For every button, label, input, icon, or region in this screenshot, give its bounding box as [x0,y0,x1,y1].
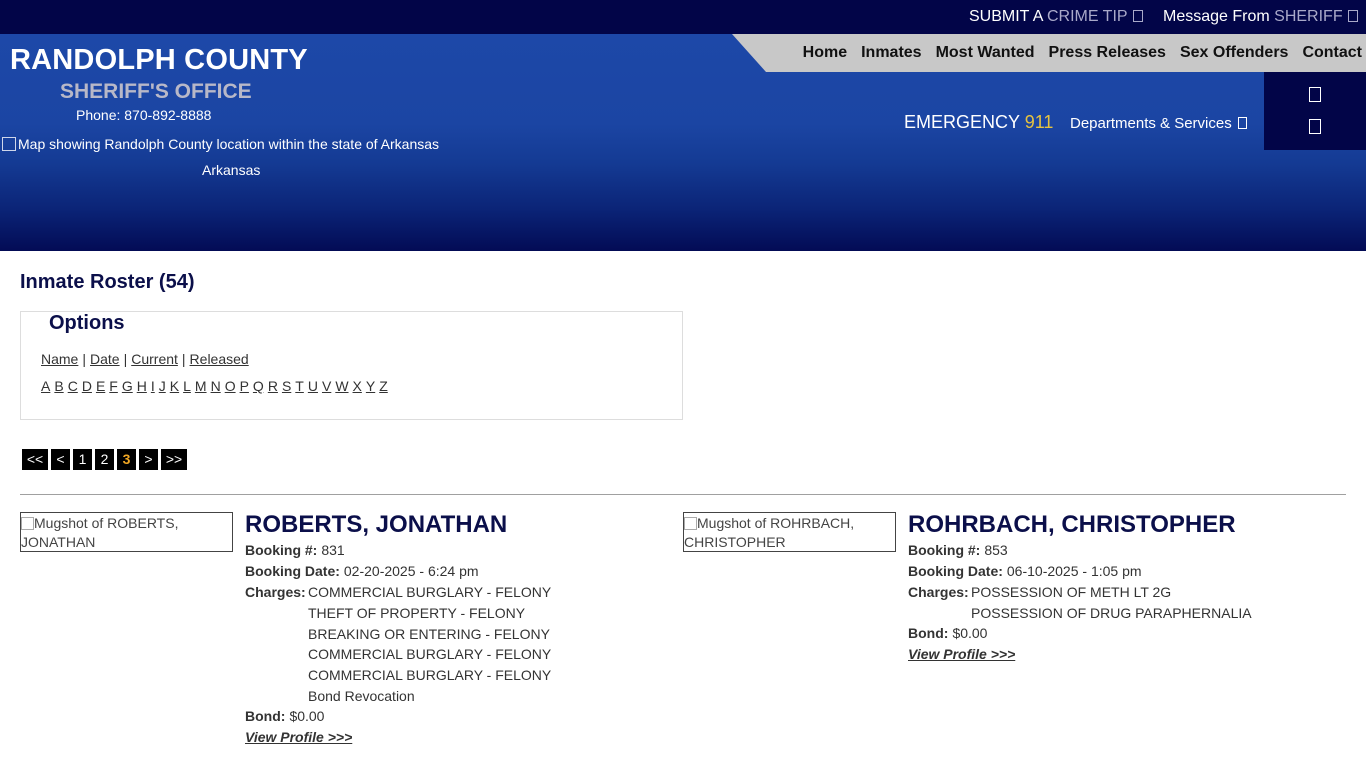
nav-item-most-wanted[interactable]: Most Wanted [936,44,1035,62]
charge-item: Bond Revocation [308,687,415,704]
charges-label: Charges: [908,584,969,600]
letter-k-link[interactable]: K [170,378,179,394]
charge-item: BREAKING OR ENTERING - FELONY [308,625,550,642]
page-3-button[interactable]: 3 [117,449,136,470]
letter-m-link[interactable]: M [195,378,207,394]
emergency-number: EMERGENCY 911 [904,112,1054,132]
sort-current-link[interactable]: Current [131,351,178,367]
inmate-name: ROBERTS, JONATHAN [245,511,508,538]
search-icon[interactable] [1309,87,1321,102]
header-icon-panel [1264,72,1366,150]
nav-item-home[interactable]: Home [803,44,847,62]
letter-d-link[interactable]: D [82,378,92,394]
broken-image-icon [21,517,34,530]
top-utility-bar: SUBMIT A CRIME TIP Message From SHERIFF [0,0,1366,34]
letter-filter: ABCDEFGHIJKLMNOPQRSTUVWXYZ [41,378,392,394]
separator: | [181,351,186,367]
mugshot-image: Mugshot of ROHRBACH, CHRISTOPHER [683,512,896,552]
sort-links: Name | Date | Current | Released [41,351,249,367]
letter-q-link[interactable]: Q [253,378,264,394]
letter-b-link[interactable]: B [54,378,63,394]
letter-g-link[interactable]: G [122,378,133,394]
letter-a-link[interactable]: A [41,378,50,394]
charge-item: THEFT OF PROPERTY - FELONY [308,604,526,621]
letter-i-link[interactable]: I [151,378,155,394]
letter-j-link[interactable]: J [159,378,166,394]
view-profile-link[interactable]: View Profile >>> [245,729,352,745]
first-page-button[interactable]: << [22,449,48,470]
charges-list: COMMERCIAL BURGLARY - FELONY THEFT OF PRO… [308,582,551,707]
charge-item: COMMERCIAL BURGLARY - FELONY [308,667,552,684]
broken-image-icon [684,517,697,530]
next-page-button[interactable]: > [139,449,158,470]
charge-item: COMMERCIAL BURGLARY - FELONY [308,584,552,600]
letter-v-link[interactable]: V [322,378,331,394]
county-map-image: Map showing Randolph County location wit… [2,136,439,152]
county-title[interactable]: RANDOLPH COUNTY [10,44,308,77]
charge-item: COMMERCIAL BURGLARY - FELONY [308,646,552,663]
page-2-button[interactable]: 2 [95,449,114,470]
booking-number: Booking #: 831 [245,542,345,558]
letter-x-link[interactable]: X [353,378,362,394]
letter-n-link[interactable]: N [211,378,221,394]
phone-number: Phone: 870-892-8888 [76,107,212,123]
view-profile-link[interactable]: View Profile >>> [908,646,1015,662]
page-title: Inmate Roster (54) [20,271,195,293]
menu-icon[interactable] [1309,119,1321,134]
map-caption: Arkansas [202,162,261,178]
letter-l-link[interactable]: L [183,378,191,394]
letter-p-link[interactable]: P [240,378,249,394]
chevron-down-icon [1237,117,1247,129]
crime-tip-link[interactable]: SUBMIT A CRIME TIP [969,8,1143,26]
letter-c-link[interactable]: C [68,378,78,394]
charge-item: POSSESSION OF DRUG PARAPHERNALIA [971,604,1252,621]
sort-released-link[interactable]: Released [190,351,249,367]
letter-f-link[interactable]: F [109,378,118,394]
nav-item-sex-offenders[interactable]: Sex Offenders [1180,44,1288,62]
booking-date: Booking Date: 06-10-2025 - 1:05 pm [908,563,1142,579]
external-link-icon [1132,10,1143,22]
letter-u-link[interactable]: U [308,378,318,394]
booking-date: Booking Date: 02-20-2025 - 6:24 pm [245,563,479,579]
letter-y-link[interactable]: Y [366,378,375,394]
divider [20,494,1346,495]
letter-h-link[interactable]: H [137,378,147,394]
charges-label: Charges: [245,584,306,600]
departments-services-menu[interactable]: Departments & Services [1070,115,1247,132]
main-nav: Home Inmates Most Wanted Press Releases Sex … [789,34,1366,72]
charges-list: POSSESSION OF METH LT 2G POSSESSION OF DR… [971,582,1252,624]
bond-amount: Bond: $0.00 [908,625,988,641]
sort-date-link[interactable]: Date [90,351,120,367]
nav-item-contact[interactable]: Contact [1302,44,1362,62]
letter-z-link[interactable]: Z [379,378,388,394]
broken-image-icon [2,137,16,151]
mugshot-image: Mugshot of ROBERTS, JONATHAN [20,512,233,552]
letter-w-link[interactable]: W [335,378,348,394]
booking-number: Booking #: 853 [908,542,1008,558]
letter-o-link[interactable]: O [225,378,236,394]
nav-item-inmates[interactable]: Inmates [861,44,921,62]
letter-r-link[interactable]: R [268,378,278,394]
charge-item: POSSESSION OF METH LT 2G [971,584,1172,600]
office-subtitle[interactable]: SHERIFF'S OFFICE [60,80,252,104]
separator: | [123,351,128,367]
pagination: << <1 2 3 > >> [22,449,190,470]
letter-t-link[interactable]: T [295,378,304,394]
nav-item-press-releases[interactable]: Press Releases [1049,44,1166,62]
site-header: RANDOLPH COUNTY SHERIFF'S OFFICE Phone: … [0,34,1366,251]
bond-amount: Bond: $0.00 [245,708,325,724]
options-legend: Options [47,312,127,335]
prev-page-button[interactable]: < [51,449,70,470]
letter-s-link[interactable]: S [282,378,291,394]
sheriff-message-link[interactable]: Message From SHERIFF [1163,8,1358,26]
separator: | [82,351,86,367]
letter-e-link[interactable]: E [96,378,105,394]
page-1-button[interactable]: 1 [73,449,92,470]
chevron-icon [1347,10,1358,22]
inmate-name: ROHRBACH, CHRISTOPHER [908,511,1236,538]
sort-name-link[interactable]: Name [41,351,78,367]
last-page-button[interactable]: >> [161,449,187,470]
